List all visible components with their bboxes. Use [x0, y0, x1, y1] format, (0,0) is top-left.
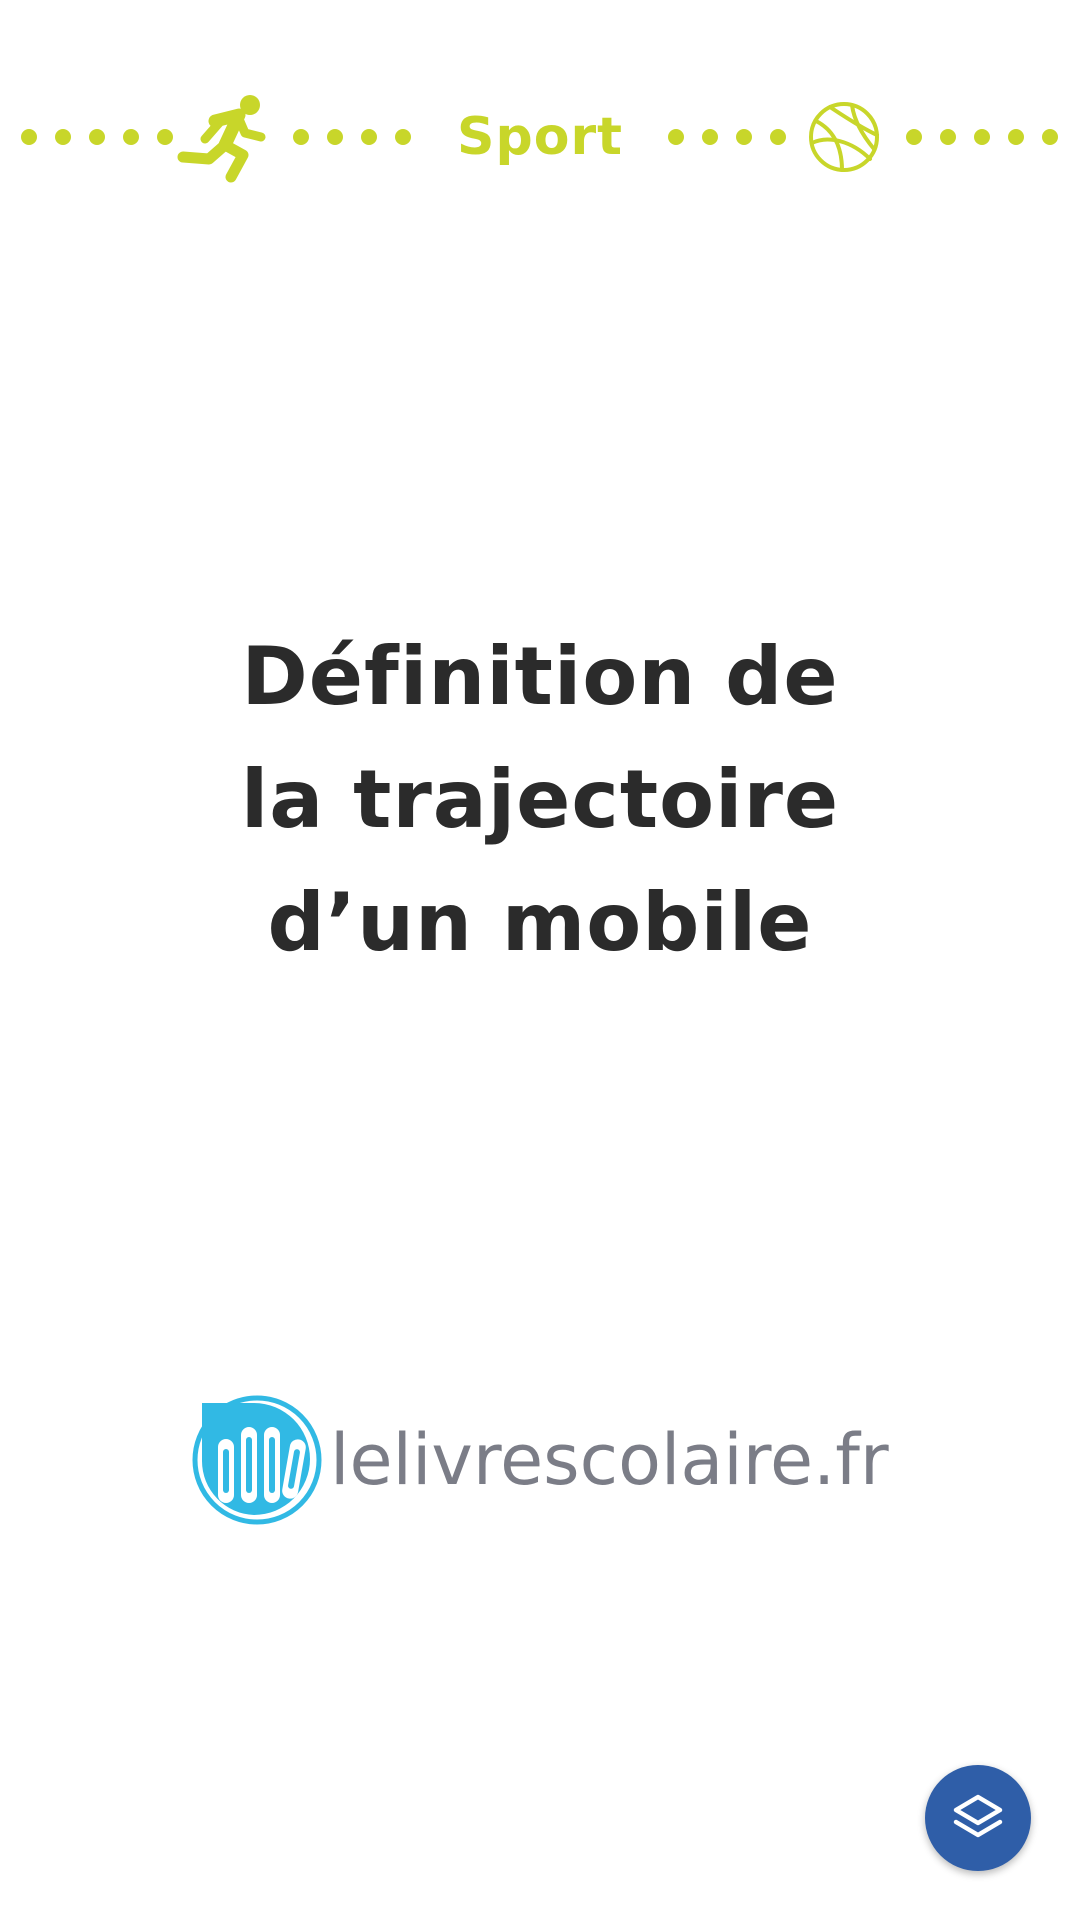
dot — [906, 129, 922, 145]
page-title: Définition de la trajectoire d’un mobile — [140, 615, 940, 984]
dot — [55, 129, 71, 145]
dot — [770, 129, 786, 145]
title-line: la trajectoire — [240, 753, 840, 846]
dot — [361, 129, 377, 145]
dot — [89, 129, 105, 145]
title-line: d’un mobile — [267, 876, 813, 969]
basketball-icon — [809, 102, 879, 172]
dot — [1008, 129, 1024, 145]
dot — [974, 129, 990, 145]
dot — [157, 129, 173, 145]
dot — [1042, 129, 1058, 145]
brand-logo-lockup: lelivrescolaire.fr — [192, 1395, 912, 1525]
dot — [395, 129, 411, 145]
dot — [736, 129, 752, 145]
dot — [293, 129, 309, 145]
dot — [21, 129, 37, 145]
section-header: Sport — [0, 90, 1080, 184]
books-logo-icon — [192, 1395, 322, 1525]
dot — [940, 129, 956, 145]
section-label: Sport — [457, 107, 623, 167]
dot — [702, 129, 718, 145]
running-person-icon — [177, 95, 266, 183]
dot — [123, 129, 139, 145]
layers-button[interactable] — [925, 1765, 1031, 1871]
title-line: Définition de — [241, 630, 839, 723]
dot — [327, 129, 343, 145]
dot — [668, 129, 684, 145]
brand-name: lelivrescolaire.fr — [330, 1419, 889, 1501]
layers-icon — [953, 1794, 1003, 1838]
